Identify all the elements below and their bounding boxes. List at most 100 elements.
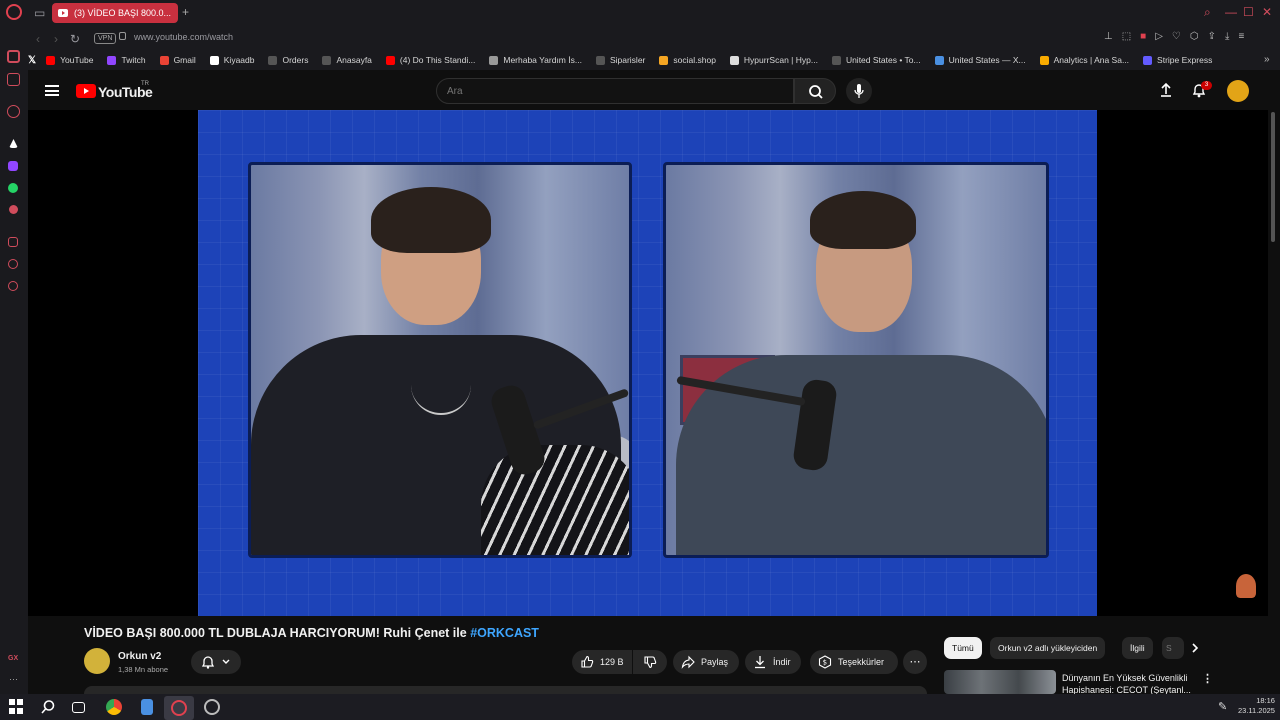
snapshot-icon[interactable]: ⬚ — [1122, 31, 1131, 42]
download-icon[interactable]: ⤓ — [1225, 31, 1229, 42]
vpn-badge[interactable]: VPN — [94, 33, 117, 44]
notification-count-badge: 3 — [1201, 81, 1212, 90]
chrome-taskbar-icon[interactable] — [106, 699, 122, 715]
active-browser-tab[interactable]: (3) VİDEO BAŞI 800.0... — [52, 3, 178, 23]
youtube-music-icon[interactable] — [9, 205, 18, 214]
bookmark-item[interactable]: Merhaba Yardım İs... — [489, 55, 582, 65]
opera-logo-icon[interactable] — [6, 4, 22, 20]
subscriber-count: 1,38 Mn abone — [118, 665, 169, 674]
bookmark-item[interactable]: Orders — [268, 55, 308, 65]
download-icon — [755, 656, 765, 669]
bookmark-item[interactable]: HypurrScan | Hyp... — [729, 55, 818, 65]
aria-icon[interactable] — [7, 105, 20, 118]
bookmark-item[interactable]: Gmail — [159, 55, 196, 65]
bookmark-item[interactable]: United States — X... — [934, 55, 1026, 65]
history-icon[interactable] — [8, 259, 18, 269]
bookmark-item[interactable]: (4) Do This Standi... — [385, 55, 476, 65]
help-icon — [489, 55, 499, 65]
bookmark-item[interactable]: Analytics | Ana Sa... — [1039, 55, 1129, 65]
easy-setup-icon[interactable]: ≡ — [1238, 31, 1244, 42]
task-view-icon[interactable] — [72, 702, 85, 713]
subscribed-notifications-button[interactable] — [191, 650, 241, 674]
windows-start-icon[interactable] — [9, 699, 25, 715]
create-upload-button[interactable] — [1158, 82, 1174, 98]
whatsapp-icon[interactable] — [8, 183, 18, 193]
hashtag-link[interactable]: #ORKCAST — [470, 626, 539, 640]
wallet-icon[interactable] — [8, 237, 18, 247]
miniplayer-character-icon[interactable] — [1236, 574, 1256, 598]
recommended-video-thumbnail[interactable] — [944, 670, 1056, 694]
search-input[interactable] — [436, 78, 794, 104]
guide-menu-icon[interactable] — [45, 85, 59, 96]
bookmark-item[interactable]: Stripe Express — [1143, 55, 1212, 65]
page-scrollbar[interactable] — [1271, 112, 1275, 242]
bookmark-item[interactable]: Twitch — [107, 55, 146, 65]
tab-overview-icon[interactable]: ▭ — [34, 5, 45, 21]
forward-icon[interactable]: › — [54, 31, 58, 47]
settings-icon[interactable] — [8, 281, 18, 291]
chips-next-button[interactable] — [1189, 641, 1201, 655]
play-icon[interactable]: ▷ — [1155, 31, 1163, 42]
back-icon[interactable]: ‹ — [36, 31, 40, 47]
account-avatar[interactable] — [1227, 80, 1249, 102]
bookmark-item[interactable]: United States • To... — [831, 55, 921, 65]
taskbar-clock[interactable]: 18:16 23.11.2025 — [1238, 696, 1275, 716]
recommended-video-title[interactable]: Dünyanın En Yüksek Güvenlikli Hapishanes… — [1062, 672, 1192, 694]
taskbar-search-icon[interactable] — [40, 699, 56, 715]
pen-icon[interactable]: ✎ — [1218, 700, 1227, 713]
flow-icon[interactable] — [9, 139, 18, 148]
home-icon[interactable] — [7, 50, 20, 63]
channel-name[interactable]: Orkun v2 — [118, 651, 161, 662]
video-frame[interactable] — [198, 110, 1097, 616]
messenger-icon[interactable] — [7, 73, 20, 86]
bookmark-label: (4) Do This Standi... — [399, 55, 476, 65]
app-taskbar-icon[interactable] — [204, 699, 220, 715]
more-actions-button[interactable]: ⋯ — [903, 650, 927, 674]
recommended-menu-icon[interactable]: ⋮ — [1202, 672, 1213, 685]
dislike-button[interactable] — [633, 650, 667, 674]
pocket-icon[interactable]: ■ — [1140, 31, 1146, 42]
bookmark-item[interactable]: YouTube — [46, 55, 93, 65]
thanks-button[interactable]: $ Teşekkürler — [810, 650, 898, 674]
voice-search-button[interactable] — [846, 78, 872, 104]
youtube-logo-icon[interactable] — [76, 84, 96, 98]
bookmark-item[interactable]: Kiyaadb — [209, 55, 255, 65]
chip-more-partial[interactable]: S — [1162, 637, 1184, 659]
minimize-button[interactable]: — — [1225, 5, 1237, 19]
heart-icon[interactable]: ♡ — [1172, 31, 1181, 42]
extensions-icon[interactable]: ⬡ — [1190, 31, 1199, 42]
chip-related[interactable]: İlgili — [1122, 637, 1153, 659]
download-button[interactable]: İndir — [745, 650, 801, 674]
sidebar-more-icon[interactable]: ··· — [9, 674, 18, 684]
like-button[interactable]: 129 B — [572, 650, 632, 674]
maximize-button[interactable]: ☐ — [1243, 5, 1254, 19]
share-icon[interactable]: ⇪ — [1208, 31, 1216, 42]
description-box[interactable] — [84, 686, 927, 694]
pin-icon[interactable]: ⊥ — [1104, 31, 1113, 42]
anasayfa-icon — [322, 55, 332, 65]
gx-icon[interactable]: GX — [8, 655, 18, 662]
chip-from-uploader[interactable]: Orkun v2 adlı yükleyiciden — [990, 637, 1106, 659]
super-thanks-icon: $ — [818, 655, 832, 669]
youtube-icon — [46, 55, 56, 65]
calculator-taskbar-icon[interactable] — [141, 699, 153, 715]
bookmark-item[interactable]: Anasayfa — [322, 55, 372, 65]
url-field[interactable]: www.youtube.com/watch — [134, 32, 233, 42]
bookmark-label: Kiyaadb — [223, 55, 255, 65]
new-tab-button[interactable]: + — [182, 5, 189, 19]
twitch-icon[interactable] — [8, 161, 18, 171]
reload-icon[interactable]: ↻ — [70, 31, 80, 47]
bookmark-item[interactable]: Siparisler — [595, 55, 645, 65]
opera-taskbar-active[interactable] — [164, 696, 194, 720]
search-tabs-icon[interactable]: ⌕ — [1204, 5, 1211, 20]
bookmark-item[interactable]: social.shop — [659, 55, 716, 65]
channel-avatar[interactable] — [84, 648, 110, 674]
hypurrscan-icon — [729, 55, 739, 65]
bookmark-x[interactable]: 𝕏 — [28, 55, 36, 66]
chip-all[interactable]: Tümü — [944, 637, 982, 659]
close-window-button[interactable]: ✕ — [1262, 5, 1272, 19]
bookmarks-overflow-icon[interactable]: » — [1264, 54, 1270, 65]
share-button[interactable]: Paylaş — [673, 650, 739, 674]
search-button[interactable] — [794, 78, 836, 104]
search-icon — [809, 85, 823, 99]
